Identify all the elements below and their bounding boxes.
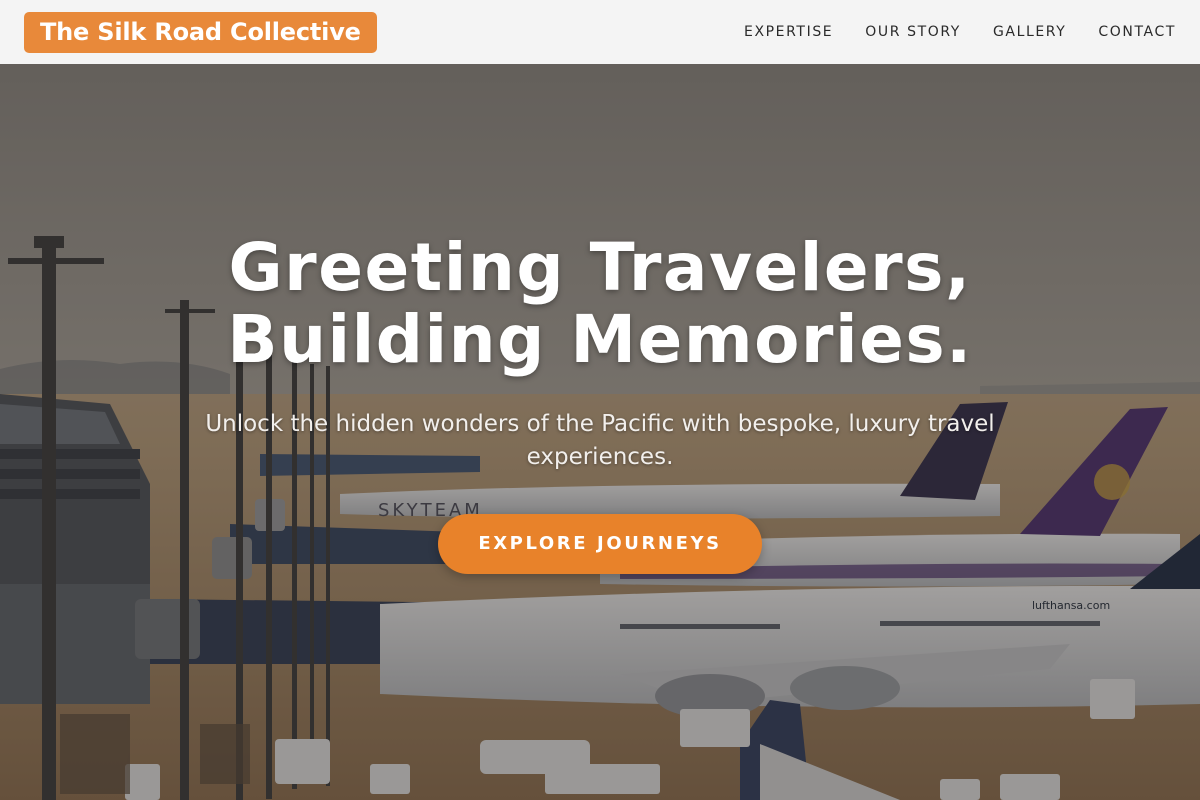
brand-logo[interactable]: The Silk Road Collective: [24, 11, 377, 53]
site-header: The Silk Road Collective EXPERTISE OUR S…: [0, 0, 1200, 64]
nav-item-contact[interactable]: CONTACT: [1098, 24, 1176, 40]
hero-title-line1: Greeting Travelers,: [228, 229, 972, 306]
nav-item-expertise[interactable]: EXPERTISE: [744, 24, 833, 40]
nav-item-gallery[interactable]: GALLERY: [993, 24, 1066, 40]
hero-section: SKYTEAM lufthansa.com Greeting Travelers…: [0, 64, 1200, 800]
nav-item-our-story[interactable]: OUR STORY: [865, 24, 961, 40]
main-nav: EXPERTISE OUR STORY GALLERY CONTACT: [744, 24, 1176, 40]
hero-subtitle: Unlock the hidden wonders of the Pacific…: [205, 411, 995, 470]
explore-journeys-button[interactable]: EXPLORE JOURNEYS: [438, 514, 762, 574]
hero-content: Greeting Travelers, Building Memories. U…: [0, 232, 1200, 574]
hero-title-line2: Building Memories.: [227, 301, 973, 378]
hero-title: Greeting Travelers, Building Memories.: [0, 232, 1200, 376]
